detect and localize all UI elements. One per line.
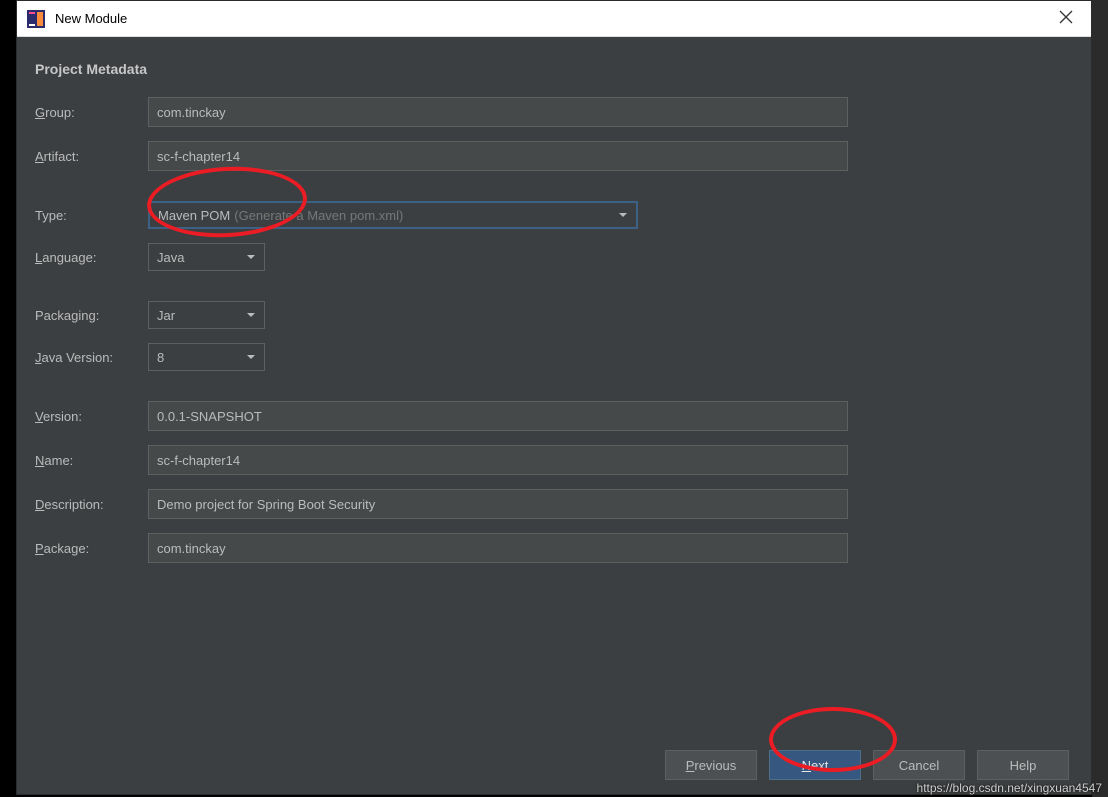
row-description: Description:	[35, 489, 1073, 519]
row-artifact: Artifact:	[35, 141, 1073, 171]
type-select-hint: (Generate a Maven pom.xml)	[234, 208, 403, 223]
dialog-title: New Module	[55, 11, 1051, 26]
titlebar: New Module	[17, 1, 1091, 37]
java-version-select-value: 8	[157, 350, 164, 365]
language-select[interactable]: Java	[148, 243, 265, 271]
java-version-select[interactable]: 8	[148, 343, 265, 371]
chevron-down-icon	[246, 350, 256, 365]
row-type: Type: Maven POM (Generate a Maven pom.xm…	[35, 201, 1073, 229]
previous-button[interactable]: Previous	[665, 750, 757, 780]
artifact-input[interactable]	[148, 141, 848, 171]
background-sliver	[1092, 0, 1108, 797]
row-language: Language: Java	[35, 243, 1073, 271]
section-header: Project Metadata	[35, 61, 1073, 77]
package-input[interactable]	[148, 533, 848, 563]
row-group: Group:	[35, 97, 1073, 127]
watermark: https://blog.csdn.net/xingxuan4547	[917, 781, 1102, 795]
label-packaging: Packaging:	[35, 308, 148, 323]
label-group: Group:	[35, 105, 148, 120]
packaging-select[interactable]: Jar	[148, 301, 265, 329]
chevron-down-icon	[618, 208, 628, 223]
label-java-version: Java Version:	[35, 350, 148, 365]
packaging-select-value: Jar	[157, 308, 175, 323]
type-select-value: Maven POM	[158, 208, 230, 223]
chevron-down-icon	[246, 250, 256, 265]
chevron-down-icon	[246, 308, 256, 323]
type-select[interactable]: Maven POM (Generate a Maven pom.xml)	[148, 201, 638, 229]
close-icon[interactable]	[1051, 10, 1081, 28]
label-description: Description:	[35, 497, 148, 512]
label-artifact: Artifact:	[35, 149, 148, 164]
name-input[interactable]	[148, 445, 848, 475]
version-input[interactable]	[148, 401, 848, 431]
next-button[interactable]: Next	[769, 750, 861, 780]
row-version: Version:	[35, 401, 1073, 431]
description-input[interactable]	[148, 489, 848, 519]
cancel-button[interactable]: Cancel	[873, 750, 965, 780]
row-package: Package:	[35, 533, 1073, 563]
label-name: Name:	[35, 453, 148, 468]
intellij-icon	[27, 10, 45, 28]
content-area: Project Metadata Group: Artifact: Type: …	[17, 37, 1091, 563]
label-package: Package:	[35, 541, 148, 556]
help-button[interactable]: Help	[977, 750, 1069, 780]
row-packaging: Packaging: Jar	[35, 301, 1073, 329]
label-type: Type:	[35, 208, 148, 223]
label-language: Language:	[35, 250, 148, 265]
group-input[interactable]	[148, 97, 848, 127]
new-module-dialog: New Module Project Metadata Group: Artif…	[16, 0, 1092, 795]
label-version: Version:	[35, 409, 148, 424]
row-java-version: Java Version: 8	[35, 343, 1073, 371]
footer: Previous Next Cancel Help	[665, 750, 1069, 780]
language-select-value: Java	[157, 250, 184, 265]
row-name: Name:	[35, 445, 1073, 475]
